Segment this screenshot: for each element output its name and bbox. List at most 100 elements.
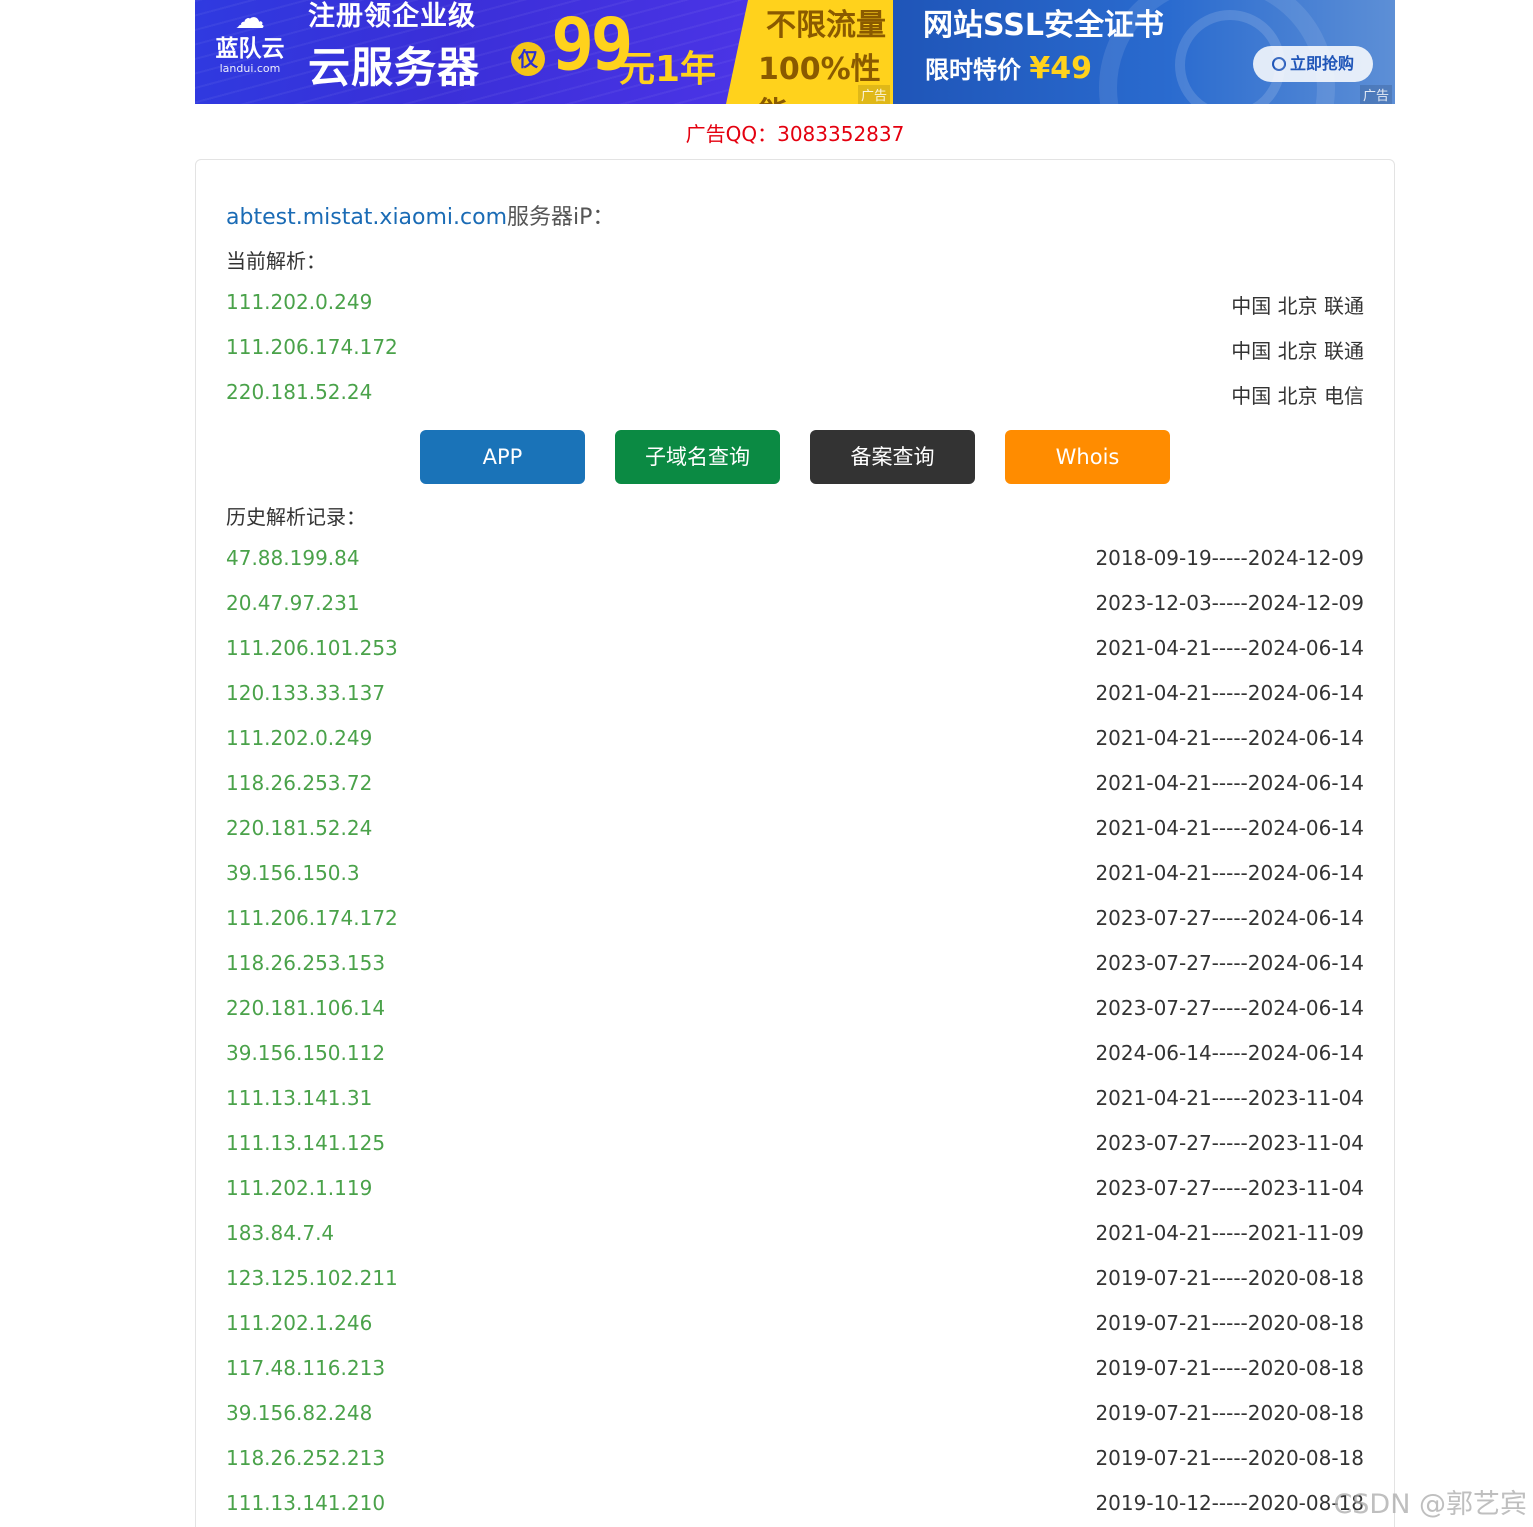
history-ip-row: 111.206.174.172 2023-07-27-----2024-06-14: [226, 906, 1364, 936]
current-ip-row: 111.202.0.249 中国 北京 联通: [226, 290, 1364, 320]
ip-date-range: 2021-04-21-----2024-06-14: [1095, 726, 1364, 750]
subdomain-query-button[interactable]: 子域名查询: [615, 430, 780, 484]
ip-link[interactable]: 111.13.141.31: [226, 1086, 372, 1110]
ad-ssl-offer: 限时特价 ¥49: [925, 50, 1092, 86]
ip-link[interactable]: 111.206.174.172: [226, 335, 398, 359]
cloud-logo-icon: ☁: [235, 1, 265, 36]
ip-date-range: 2023-07-27-----2023-11-04: [1095, 1176, 1364, 1200]
ad-ssl-title: 网站SSL安全证书: [923, 8, 1164, 43]
current-resolution-label: 当前解析：: [226, 249, 326, 273]
ad-price-unit: 元1年: [619, 49, 717, 90]
ad-logo: ☁ 蓝队云 landui.com: [209, 2, 291, 92]
ad-logo-name: 蓝队云: [215, 36, 285, 62]
ip-date-range: 2019-10-12-----2020-08-18: [1095, 1491, 1364, 1515]
ad-price: 99: [551, 2, 634, 86]
history-ip-row: 39.156.82.248 2019-07-21-----2020-08-18: [226, 1401, 1364, 1431]
ip-link[interactable]: 111.202.0.249: [226, 290, 372, 314]
ip-link[interactable]: 118.26.253.153: [226, 951, 385, 975]
ad-logo-domain: landui.com: [219, 62, 281, 75]
ip-link[interactable]: 220.181.106.14: [226, 996, 385, 1020]
ip-date-range: 2021-04-21-----2024-06-14: [1095, 681, 1364, 705]
history-ip-row: 111.202.1.119 2023-07-27-----2023-11-04: [226, 1176, 1364, 1206]
ip-date-range: 2021-04-21-----2021-11-09: [1095, 1221, 1364, 1245]
ip-link[interactable]: 183.84.7.4: [226, 1221, 334, 1245]
ip-location: 中国 北京 电信: [1231, 384, 1364, 408]
ip-link[interactable]: 111.202.0.249: [226, 726, 372, 750]
history-ip-row: 111.202.1.246 2019-07-21-----2020-08-18: [226, 1311, 1364, 1341]
icp-query-button[interactable]: 备案查询: [810, 430, 975, 484]
history-ip-row: 183.84.7.4 2021-04-21-----2021-11-09: [226, 1221, 1364, 1251]
ad-ssl-price: ¥49: [1029, 51, 1092, 86]
ip-date-range: 2021-04-21-----2024-06-14: [1095, 816, 1364, 840]
ip-link[interactable]: 39.156.150.3: [226, 861, 360, 885]
app-button[interactable]: APP: [420, 430, 585, 484]
history-ip-row: 220.181.52.24 2021-04-21-----2024-06-14: [226, 816, 1364, 846]
ad-tag: 广告: [857, 85, 890, 104]
history-ip-row: 111.13.141.31 2021-04-21-----2023-11-04: [226, 1086, 1364, 1116]
ip-link[interactable]: 220.181.52.24: [226, 380, 372, 404]
current-ip-row: 111.206.174.172 中国 北京 联通: [226, 335, 1364, 365]
ip-link[interactable]: 111.206.101.253: [226, 636, 398, 660]
ip-date-range: 2021-04-21-----2024-06-14: [1095, 771, 1364, 795]
ip-link[interactable]: 111.202.1.246: [226, 1311, 372, 1335]
title-suffix: 服务器iP：: [507, 205, 615, 230]
whois-button[interactable]: Whois: [1005, 430, 1170, 484]
history-ip-row: 111.13.141.125 2023-07-27-----2023-11-04: [226, 1131, 1364, 1161]
ip-date-range: 2019-07-21-----2020-08-18: [1095, 1356, 1364, 1380]
ad-buy-label: 立即抢购: [1289, 54, 1354, 73]
ip-link[interactable]: 39.156.150.112: [226, 1041, 385, 1065]
ip-date-range: 2023-07-27-----2024-06-14: [1095, 951, 1364, 975]
ip-link[interactable]: 111.202.1.119: [226, 1176, 372, 1200]
ip-link[interactable]: 120.133.33.137: [226, 681, 385, 705]
ad-traffic[interactable]: 不限流量 100%性能 广告: [726, 0, 893, 104]
ad-banner[interactable]: ☁ 蓝队云 landui.com 注册领企业级 云服务器 仅 99 元1年 不限…: [195, 0, 1395, 104]
ip-date-range: 2023-12-03-----2024-12-09: [1095, 591, 1364, 615]
ip-link[interactable]: 39.156.82.248: [226, 1401, 372, 1425]
ip-link[interactable]: 111.13.141.210: [226, 1491, 385, 1515]
dns-result-card: abtest.mistat.xiaomi.com服务器iP： 当前解析： 111…: [195, 159, 1395, 1527]
ip-link[interactable]: 111.13.141.125: [226, 1131, 385, 1155]
ip-date-range: 2023-07-27-----2023-11-04: [1095, 1131, 1364, 1155]
ad-main-title: 云服务器: [308, 43, 481, 92]
history-ip-row: 117.48.116.213 2019-07-21-----2020-08-18: [226, 1356, 1364, 1386]
ip-link[interactable]: 220.181.52.24: [226, 816, 372, 840]
ad-subtitle: 注册领企业级: [308, 1, 476, 32]
ad-buy-button[interactable]: 立即抢购: [1253, 46, 1373, 82]
history-ip-row: 220.181.106.14 2023-07-27-----2024-06-14: [226, 996, 1364, 1026]
ip-date-range: 2019-07-21-----2020-08-18: [1095, 1266, 1364, 1290]
history-ip-row: 118.26.253.153 2023-07-27-----2024-06-14: [226, 951, 1364, 981]
ip-date-range: 2021-04-21-----2024-06-14: [1095, 861, 1364, 885]
ip-date-range: 2019-07-21-----2020-08-18: [1095, 1311, 1364, 1335]
history-ip-row: 20.47.97.231 2023-12-03-----2024-12-09: [226, 591, 1364, 621]
ad-mid-line1: 不限流量: [766, 8, 886, 43]
history-ip-row: 47.88.199.84 2018-09-19-----2024-12-09: [226, 546, 1364, 576]
ip-date-range: 2019-07-21-----2020-08-18: [1095, 1401, 1364, 1425]
ip-link[interactable]: 117.48.116.213: [226, 1356, 385, 1380]
ad-ssl-subtitle: 限时特价: [925, 56, 1021, 84]
ip-date-range: 2018-09-19-----2024-12-09: [1095, 546, 1364, 570]
history-ip-row: 111.206.101.253 2021-04-21-----2024-06-14: [226, 636, 1364, 666]
ip-link[interactable]: 118.26.252.213: [226, 1446, 385, 1470]
ip-link[interactable]: 111.206.174.172: [226, 906, 398, 930]
ip-link[interactable]: 20.47.97.231: [226, 591, 360, 615]
ip-date-range: 2024-06-14-----2024-06-14: [1095, 1041, 1364, 1065]
ip-date-range: 2023-07-27-----2024-06-14: [1095, 996, 1364, 1020]
ad-ssl[interactable]: 网站SSL安全证书 限时特价 ¥49 立即抢购 广告: [893, 0, 1395, 104]
history-ip-row: 120.133.33.137 2021-04-21-----2024-06-14: [226, 681, 1364, 711]
ip-date-range: 2023-07-27-----2024-06-14: [1095, 906, 1364, 930]
history-ip-row: 111.202.0.249 2021-04-21-----2024-06-14: [226, 726, 1364, 756]
watermark: CSDN @郭艺宾: [1333, 1489, 1527, 1520]
history-ip-row: 39.156.150.3 2021-04-21-----2024-06-14: [226, 861, 1364, 891]
history-ip-row: 111.13.141.210 2019-10-12-----2020-08-18: [226, 1491, 1364, 1521]
ip-date-range: 2021-04-21-----2023-11-04: [1095, 1086, 1364, 1110]
history-ip-row: 118.26.253.72 2021-04-21-----2024-06-14: [226, 771, 1364, 801]
ip-link[interactable]: 47.88.199.84: [226, 546, 360, 570]
ad-badge: 仅: [511, 42, 545, 76]
ad-cloud-server[interactable]: ☁ 蓝队云 landui.com 注册领企业级 云服务器 仅 99 元1年: [195, 0, 748, 104]
ip-location: 中国 北京 联通: [1231, 339, 1364, 363]
history-resolution-label: 历史解析记录：: [226, 505, 366, 529]
clock-icon: [1271, 57, 1286, 71]
ad-contact: 广告QQ：3083352837: [685, 122, 905, 146]
ip-link[interactable]: 118.26.253.72: [226, 771, 372, 795]
ip-link[interactable]: 123.125.102.211: [226, 1266, 398, 1290]
